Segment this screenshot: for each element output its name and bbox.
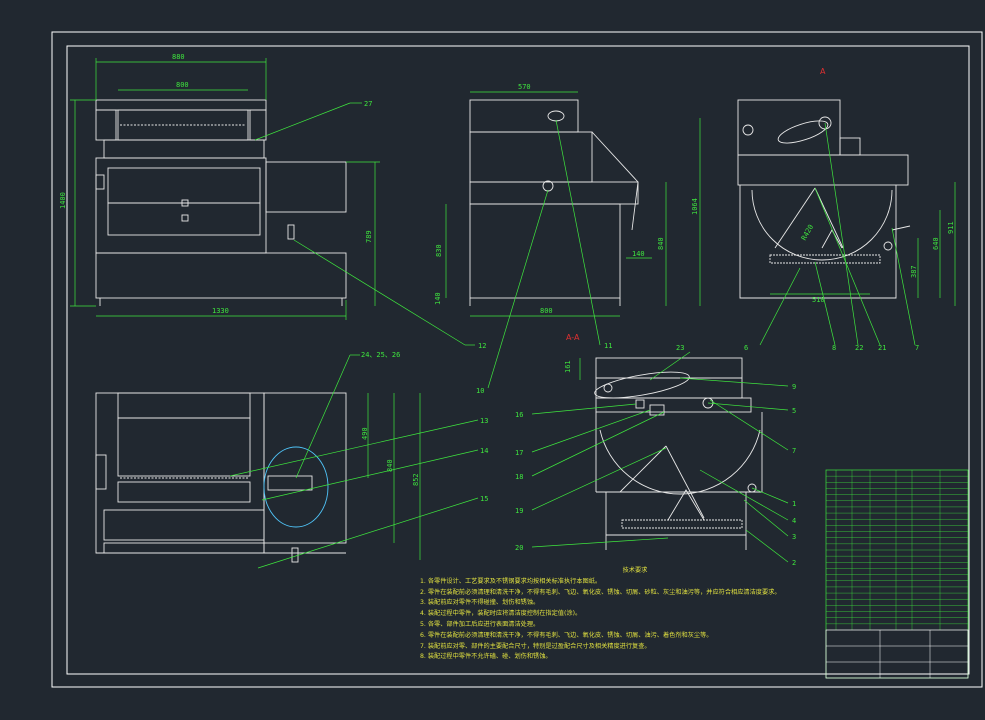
- note-line-4: 4. 装配过程中零件，装配时应将清洁度控制在指定值(涂)。: [420, 610, 582, 618]
- section-dim-h: 161: [564, 360, 572, 373]
- side-dim-inner-h: 840: [657, 237, 665, 250]
- right-label-2: 22: [855, 344, 863, 352]
- right-label-3: 21: [878, 344, 886, 352]
- sec-label-17: 17: [515, 449, 523, 457]
- side-dim-foot-h: 140: [434, 292, 442, 305]
- side-dim-left-h: 830: [435, 244, 443, 257]
- sec-label-r1: 1: [792, 500, 796, 508]
- note-line-6: 6. 零件在装配前必须清理和清洗干净，不得有毛刺、飞边、氧化皮、锈蚀、切屑、油污…: [420, 631, 713, 639]
- sec-label-19: 19: [515, 507, 523, 515]
- note-line-5: 5. 各零、部件加工后应进行表面清洁处理。: [420, 620, 540, 628]
- right-dim-low: 387: [910, 265, 918, 278]
- sec-label-r4: 4: [792, 517, 796, 525]
- sec-label-r3: 3: [792, 533, 796, 541]
- right-dim-mid: 640: [932, 237, 940, 250]
- sec-label-20: 20: [515, 544, 523, 552]
- right-view: A R420 911 640 387 510 6 8 22 21 7: [737, 67, 956, 352]
- front-dim-top-outer: 880: [172, 53, 185, 61]
- front-dim-body-h: 789: [365, 230, 373, 243]
- notes-title: 技术要求: [622, 567, 648, 574]
- sec-label-r7: 7: [792, 447, 796, 455]
- technical-notes: 技术要求 1. 各零件设计、工艺要求及不锈钢要求均按相关标准执行本图纸。 2. …: [420, 566, 810, 663]
- side-dim-top: 570: [518, 83, 531, 91]
- label-11: 11: [604, 342, 612, 350]
- label-27: 27: [364, 100, 372, 108]
- right-label-0: 6: [744, 344, 748, 352]
- side-view: 570 1064 840 830 140 140 800 10 11: [434, 83, 701, 395]
- title-block: [825, 469, 969, 679]
- label-14: 14: [480, 447, 488, 455]
- label-15: 15: [480, 495, 488, 503]
- front-view: 880 800 1400 789 1330 27 12: [59, 53, 486, 350]
- side-dim-small: 140: [632, 250, 645, 258]
- label-13: 13: [480, 417, 488, 425]
- right-label-4: 7: [915, 344, 919, 352]
- section-mark: A-A: [566, 333, 580, 342]
- side-dim-height: 1064: [691, 198, 699, 215]
- label-24-25-26: 24、25、26: [361, 351, 400, 359]
- side-dim-width: 800: [540, 307, 553, 315]
- right-dim-height: 911: [947, 221, 955, 234]
- sec-label-r5: 5: [792, 407, 796, 415]
- top-dim-h1: 490: [361, 427, 369, 440]
- right-dim-bottom: 510: [812, 296, 825, 304]
- label-10: 10: [476, 387, 484, 395]
- label-12: 12: [478, 342, 486, 350]
- right-view-mark: A: [820, 67, 826, 76]
- right-label-1: 8: [832, 344, 836, 352]
- front-dim-width: 1330: [212, 307, 229, 315]
- note-line-3: 3. 装配前应对零件不得碰撞、划伤和锈蚀。: [420, 599, 540, 607]
- note-line-2: 2. 零件在装配前必须清理和清洗干净，不得有毛刺、飞边、氧化皮、锈蚀、切屑、砂粒…: [420, 588, 781, 596]
- section-view: A-A 161 23 16 17 18 19 20 9 5 7 1 4 3 2: [515, 333, 796, 567]
- sec-label-18: 18: [515, 473, 523, 481]
- sec-label-16: 16: [515, 411, 523, 419]
- front-dim-height: 1400: [59, 192, 67, 209]
- note-line-8: 8. 装配过程中零件不允许磕、碰、划伤和锈蚀。: [420, 653, 552, 661]
- right-dim-radius: R420: [800, 223, 815, 242]
- top-dim-h3: 852: [412, 473, 420, 486]
- note-line-1: 1. 各零件设计、工艺要求及不锈钢要求均按相关标准执行本图纸。: [420, 577, 602, 585]
- sec-label-top: 23: [676, 344, 684, 352]
- sec-label-r9: 9: [792, 383, 796, 391]
- front-dim-top-inner: 800: [176, 81, 189, 89]
- top-view: 490 840 852 24、25、26 13 14 15: [95, 351, 488, 569]
- note-line-7: 7. 装配前应对零、部件的主要配合尺寸，特别是过盈配合尺寸及相关精度进行复查。: [420, 642, 651, 650]
